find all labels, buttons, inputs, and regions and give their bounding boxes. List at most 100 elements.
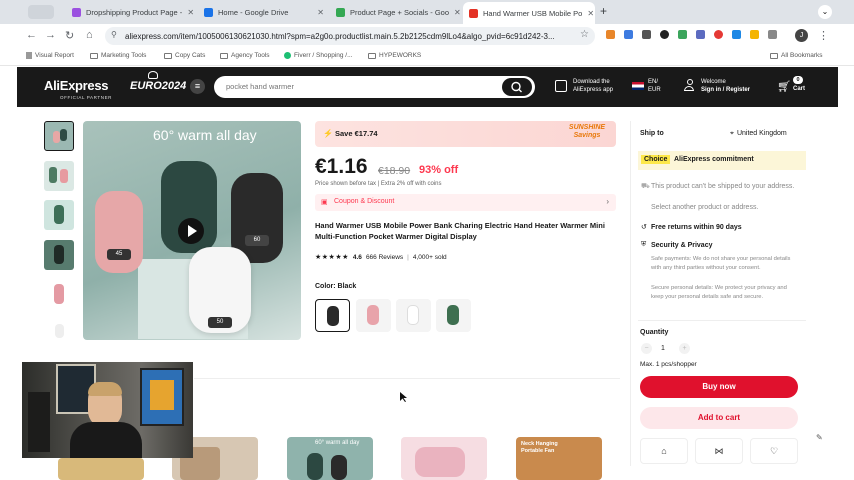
search-input[interactable] (226, 82, 486, 91)
coupon-discount-row[interactable]: ▣ Coupon & Discount › (315, 194, 616, 211)
sale-banner: ⚡ Save €17.74 SUNSHINE Savings (315, 121, 616, 147)
device-display: 60 (245, 235, 269, 246)
qr-code-icon[interactable] (555, 80, 567, 92)
add-to-cart-button[interactable]: Add to cart (640, 407, 798, 429)
download-app-link[interactable]: Download the AliExpress app (573, 79, 613, 94)
forward-icon[interactable]: → (45, 29, 56, 41)
close-icon[interactable]: ✕ (454, 8, 461, 17)
extension-icon[interactable] (714, 30, 723, 39)
site-info-icon[interactable]: ⚲ (111, 30, 117, 39)
extension-icon[interactable] (696, 30, 705, 39)
categories-menu-icon[interactable]: ≡ (190, 79, 205, 94)
reviews-link[interactable]: 666 Reviews (366, 254, 403, 261)
sign-in-link[interactable]: Sign in / Register (701, 87, 750, 95)
profile-avatar[interactable]: J (795, 29, 808, 42)
puzzle-icon[interactable] (768, 30, 777, 39)
language-currency-selector[interactable]: EN/ EUR (648, 79, 661, 94)
user-icon[interactable] (684, 79, 695, 93)
bookmark-copy-cats[interactable]: Copy Cats (164, 52, 205, 59)
extension-icon[interactable] (624, 30, 633, 39)
reload-icon[interactable]: ↻ (65, 29, 74, 42)
page-icon (26, 52, 32, 59)
tab-title: Home - Google Drive (218, 8, 289, 17)
color-swatch-green[interactable] (436, 299, 471, 332)
close-icon[interactable]: ✕ (587, 9, 594, 18)
color-swatch-white[interactable] (396, 299, 431, 332)
cart-icon[interactable]: 🛒︎ (777, 80, 791, 93)
edit-pencil-icon[interactable]: ✎ (816, 433, 823, 442)
gallery-thumbnail[interactable] (44, 320, 74, 338)
bookmark-fiverr[interactable]: Fiverr / Shopping /... (284, 52, 353, 59)
store-button[interactable]: ⌂ (640, 438, 688, 464)
currency-label: EUR (648, 86, 661, 93)
more-menu-icon[interactable]: ⋮ (818, 29, 829, 42)
all-bookmarks[interactable]: All Bookmarks (770, 52, 823, 59)
search-icon (511, 81, 522, 93)
tab-product-page[interactable]: Product Page + Socials - Goo ✕ (330, 3, 462, 22)
product-title: Hand Warmer USB Mobile Power Bank Charin… (315, 221, 605, 241)
chevron-down-icon[interactable]: ⌄ (818, 5, 832, 19)
device-display: 50 (208, 317, 232, 328)
color-swatch-pink[interactable] (356, 299, 391, 332)
tab-title: Dropshipping Product Page - (86, 8, 183, 17)
bookmark-visual-report[interactable]: Visual Report (26, 52, 74, 59)
play-button[interactable] (178, 218, 204, 244)
tab-dropshipping[interactable]: Dropshipping Product Page - ✕ (66, 3, 198, 22)
fox-extension-icon[interactable] (606, 30, 615, 39)
aliexpress-logo[interactable]: AliExpress (44, 78, 109, 93)
product-main-image[interactable]: 60° warm all day 45 60 50 (83, 121, 301, 340)
welcome-label: Welcome (701, 79, 726, 85)
quantity-increase-button[interactable]: + (679, 343, 690, 354)
wishlist-button[interactable]: ♡ (750, 438, 798, 464)
pink-device: 45 (95, 191, 143, 273)
extension-icon[interactable] (660, 30, 669, 39)
bookmark-hypeworks[interactable]: HYPEWORKS (368, 52, 421, 59)
tab-search-button[interactable] (28, 5, 54, 19)
search-button[interactable] (502, 78, 532, 96)
quantity-decrease-button[interactable]: − (641, 343, 652, 354)
extension-icon[interactable] (732, 30, 741, 39)
tab-hand-warmer[interactable]: Hand Warmer USB Mobile Po ✕ (463, 2, 595, 24)
extension-icon[interactable] (678, 30, 687, 39)
recommended-product-card[interactable]: Neck Hanging Portable Fan (516, 437, 602, 480)
bookmark-label: Marketing Tools (101, 52, 147, 59)
lightning-icon: ⚡ (323, 129, 333, 138)
security-details-text: Secure personal details: We protect your… (651, 285, 787, 300)
rating-value: 4.6 (352, 253, 362, 261)
color-swatch-black[interactable] (315, 299, 350, 332)
commitment-label: AliExpress commitment (674, 156, 754, 163)
folder-icon (220, 52, 228, 59)
card-caption: Neck Hanging Portable Fan (521, 441, 558, 454)
recommended-product-card[interactable] (401, 437, 487, 480)
security-title: Security & Privacy (651, 242, 713, 249)
quantity-value[interactable]: 1 (661, 345, 665, 352)
address-bar[interactable]: ⚲ aliexpress.com/item/1005006130621030.h… (105, 27, 595, 45)
new-tab-icon[interactable]: + (600, 4, 607, 18)
home-icon[interactable]: ⌂ (86, 29, 93, 41)
device-display: 45 (107, 249, 131, 260)
buy-now-button[interactable]: Buy now (640, 376, 798, 398)
extension-icon[interactable] (750, 30, 759, 39)
close-icon[interactable]: ✕ (187, 8, 194, 17)
separator: | (407, 253, 409, 261)
share-button[interactable]: ⋈ (695, 438, 743, 464)
original-price: €18.90 (378, 165, 411, 177)
close-icon[interactable]: ✕ (317, 8, 324, 17)
back-icon[interactable]: ← (26, 29, 37, 41)
bookmark-label: Copy Cats (175, 52, 206, 59)
recommended-product-card[interactable]: 60° warm all day (287, 437, 373, 480)
bookmark-marketing-tools[interactable]: Marketing Tools (90, 52, 146, 59)
gallery-thumbnail[interactable] (44, 121, 74, 151)
gallery-thumbnail[interactable] (44, 200, 74, 230)
recommended-product-card[interactable] (58, 458, 144, 480)
bookmark-agency-tools[interactable]: Agency Tools (220, 52, 270, 59)
gallery-thumbnail[interactable] (44, 161, 74, 191)
cart-label[interactable]: Cart (793, 86, 805, 94)
account-menu[interactable]: Welcome Sign in / Register (701, 79, 750, 94)
gallery-thumbnail[interactable] (44, 280, 74, 310)
bookmark-star-icon[interactable]: ☆ (580, 29, 589, 40)
tab-google-drive[interactable]: Home - Google Drive ✕ (198, 3, 330, 22)
ship-to-country[interactable]: ⌖ United Kingdom (730, 130, 787, 138)
gallery-thumbnail[interactable] (44, 240, 74, 270)
extension-icon[interactable] (642, 30, 651, 39)
